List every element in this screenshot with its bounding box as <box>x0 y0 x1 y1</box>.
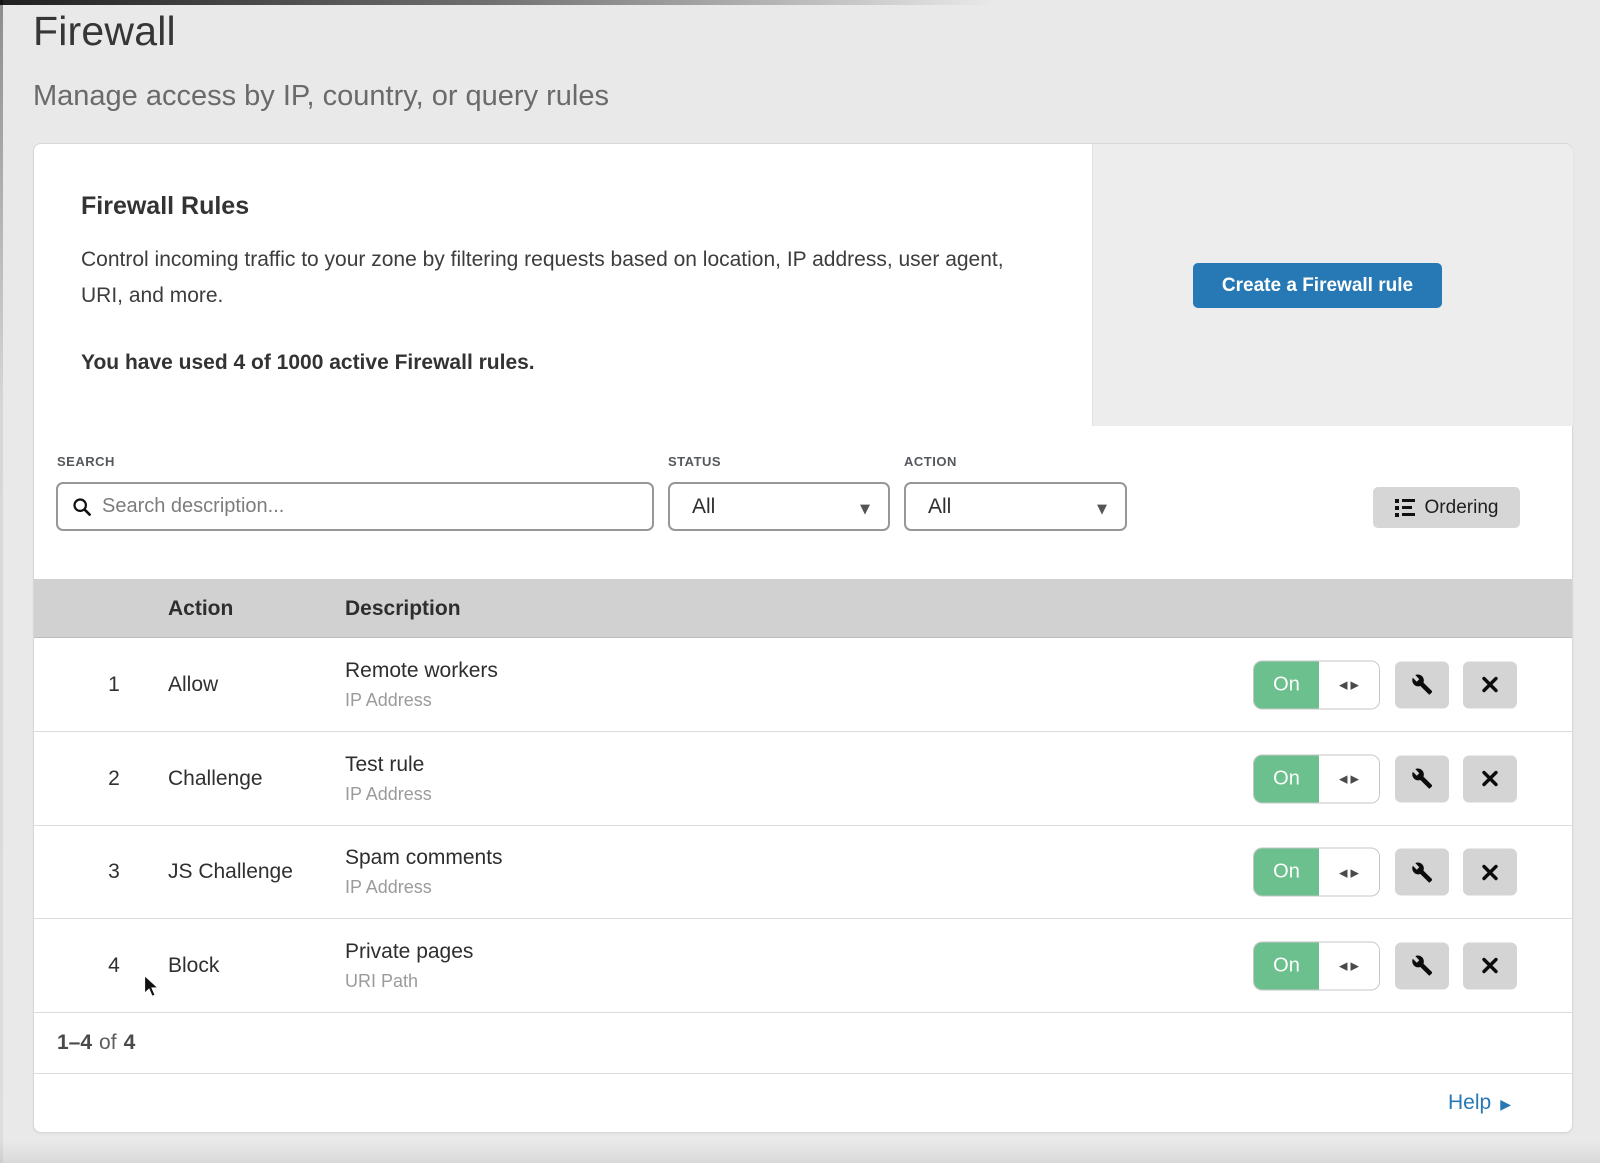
toggle-handle[interactable] <box>1319 755 1379 802</box>
arrow-right-icon <box>1351 863 1359 881</box>
help-row: Help <box>34 1074 1572 1132</box>
help-link-label: Help <box>1448 1091 1491 1115</box>
rule-match-type: IP Address <box>345 877 503 898</box>
arrow-left-icon <box>1339 957 1347 975</box>
arrow-right-icon <box>1500 1091 1511 1115</box>
arrow-right-icon <box>1351 770 1359 788</box>
arrow-left-icon <box>1339 863 1347 881</box>
rule-priority: 2 <box>94 732 134 825</box>
table-row: 2 Challenge Test rule IP Address On <box>34 732 1572 826</box>
create-rule-panel: Create a Firewall rule <box>1092 144 1573 426</box>
search-label: SEARCH <box>57 454 115 469</box>
usage-note: You have used 4 of 1000 active Firewall … <box>81 351 535 375</box>
column-header-description: Description <box>345 579 461 638</box>
action-label: ACTION <box>904 454 957 469</box>
toggle-on-label: On <box>1254 755 1319 802</box>
arrow-right-icon <box>1351 957 1359 975</box>
pagination-range: 1–4 <box>57 1031 92 1055</box>
window-top-edge <box>0 0 1600 5</box>
search-input[interactable] <box>102 495 638 518</box>
status-select[interactable]: All <box>668 482 890 531</box>
column-header-action: Action <box>168 579 233 638</box>
delete-rule-button[interactable] <box>1463 755 1517 802</box>
pagination-total: 4 <box>124 1031 136 1055</box>
delete-rule-button[interactable] <box>1463 849 1517 896</box>
section-description: Control incoming traffic to your zone by… <box>81 242 1031 314</box>
wrench-icon <box>1411 674 1433 696</box>
rule-description: Remote workers <box>345 659 498 683</box>
arrow-right-icon <box>1351 676 1359 694</box>
rule-description: Private pages <box>345 940 473 964</box>
edit-rule-button[interactable] <box>1395 849 1449 896</box>
rule-priority: 4 <box>94 919 134 1012</box>
status-label: STATUS <box>668 454 721 469</box>
rule-match-type: URI Path <box>345 971 473 992</box>
page-subtitle: Manage access by IP, country, or query r… <box>33 80 609 113</box>
pagination: 1–4 of 4 <box>34 1013 1572 1074</box>
ordered-list-icon <box>1395 499 1415 517</box>
action-select[interactable]: All <box>904 482 1127 531</box>
page-title: Firewall <box>33 8 176 55</box>
window-bottom-edge <box>0 1141 1600 1163</box>
wrench-icon <box>1411 768 1433 790</box>
rule-toggle[interactable]: On <box>1254 942 1379 989</box>
create-firewall-rule-button[interactable]: Create a Firewall rule <box>1193 263 1442 308</box>
rule-action: Challenge <box>168 732 263 825</box>
rule-action: Allow <box>168 638 218 731</box>
search-box <box>56 482 654 531</box>
section-title: Firewall Rules <box>81 192 249 221</box>
action-selected-value: All <box>928 495 951 519</box>
chevron-down-icon <box>1097 495 1107 519</box>
rule-priority: 1 <box>94 638 134 731</box>
rule-match-type: IP Address <box>345 690 498 711</box>
arrow-left-icon <box>1339 676 1347 694</box>
close-icon <box>1480 956 1500 976</box>
ordering-button[interactable]: Ordering <box>1373 487 1520 528</box>
close-icon <box>1480 675 1500 695</box>
toggle-handle[interactable] <box>1319 661 1379 708</box>
help-link[interactable]: Help <box>1448 1091 1511 1115</box>
status-selected-value: All <box>692 495 715 519</box>
rule-toggle[interactable]: On <box>1254 661 1379 708</box>
toggle-on-label: On <box>1254 942 1319 989</box>
delete-rule-button[interactable] <box>1463 661 1517 708</box>
search-icon <box>72 497 92 517</box>
rule-action: JS Challenge <box>168 826 293 918</box>
table-row: 3 JS Challenge Spam comments IP Address … <box>34 826 1572 919</box>
rule-match-type: IP Address <box>345 784 432 805</box>
rule-description: Spam comments <box>345 846 503 870</box>
rule-action: Block <box>168 919 219 1012</box>
close-icon <box>1480 862 1500 882</box>
toggle-handle[interactable] <box>1319 849 1379 896</box>
toggle-on-label: On <box>1254 849 1319 896</box>
rule-priority: 3 <box>94 826 134 918</box>
edit-rule-button[interactable] <box>1395 661 1449 708</box>
rule-toggle[interactable]: On <box>1254 755 1379 802</box>
toggle-on-label: On <box>1254 661 1319 708</box>
wrench-icon <box>1411 861 1433 883</box>
rule-description: Test rule <box>345 753 432 777</box>
pagination-of: of <box>99 1031 117 1055</box>
close-icon <box>1480 769 1500 789</box>
chevron-down-icon <box>860 495 870 519</box>
delete-rule-button[interactable] <box>1463 942 1517 989</box>
wrench-icon <box>1411 955 1433 977</box>
toggle-handle[interactable] <box>1319 942 1379 989</box>
window-left-edge <box>0 0 3 1163</box>
table-row: 1 Allow Remote workers IP Address On <box>34 638 1572 732</box>
arrow-left-icon <box>1339 770 1347 788</box>
rule-toggle[interactable]: On <box>1254 849 1379 896</box>
firewall-rules-card: Create a Firewall rule Firewall Rules Co… <box>33 143 1573 1133</box>
edit-rule-button[interactable] <box>1395 942 1449 989</box>
edit-rule-button[interactable] <box>1395 755 1449 802</box>
ordering-button-label: Ordering <box>1425 497 1499 519</box>
table-header: Action Description <box>34 579 1572 638</box>
table-row: 4 Block Private pages URI Path On <box>34 919 1572 1013</box>
